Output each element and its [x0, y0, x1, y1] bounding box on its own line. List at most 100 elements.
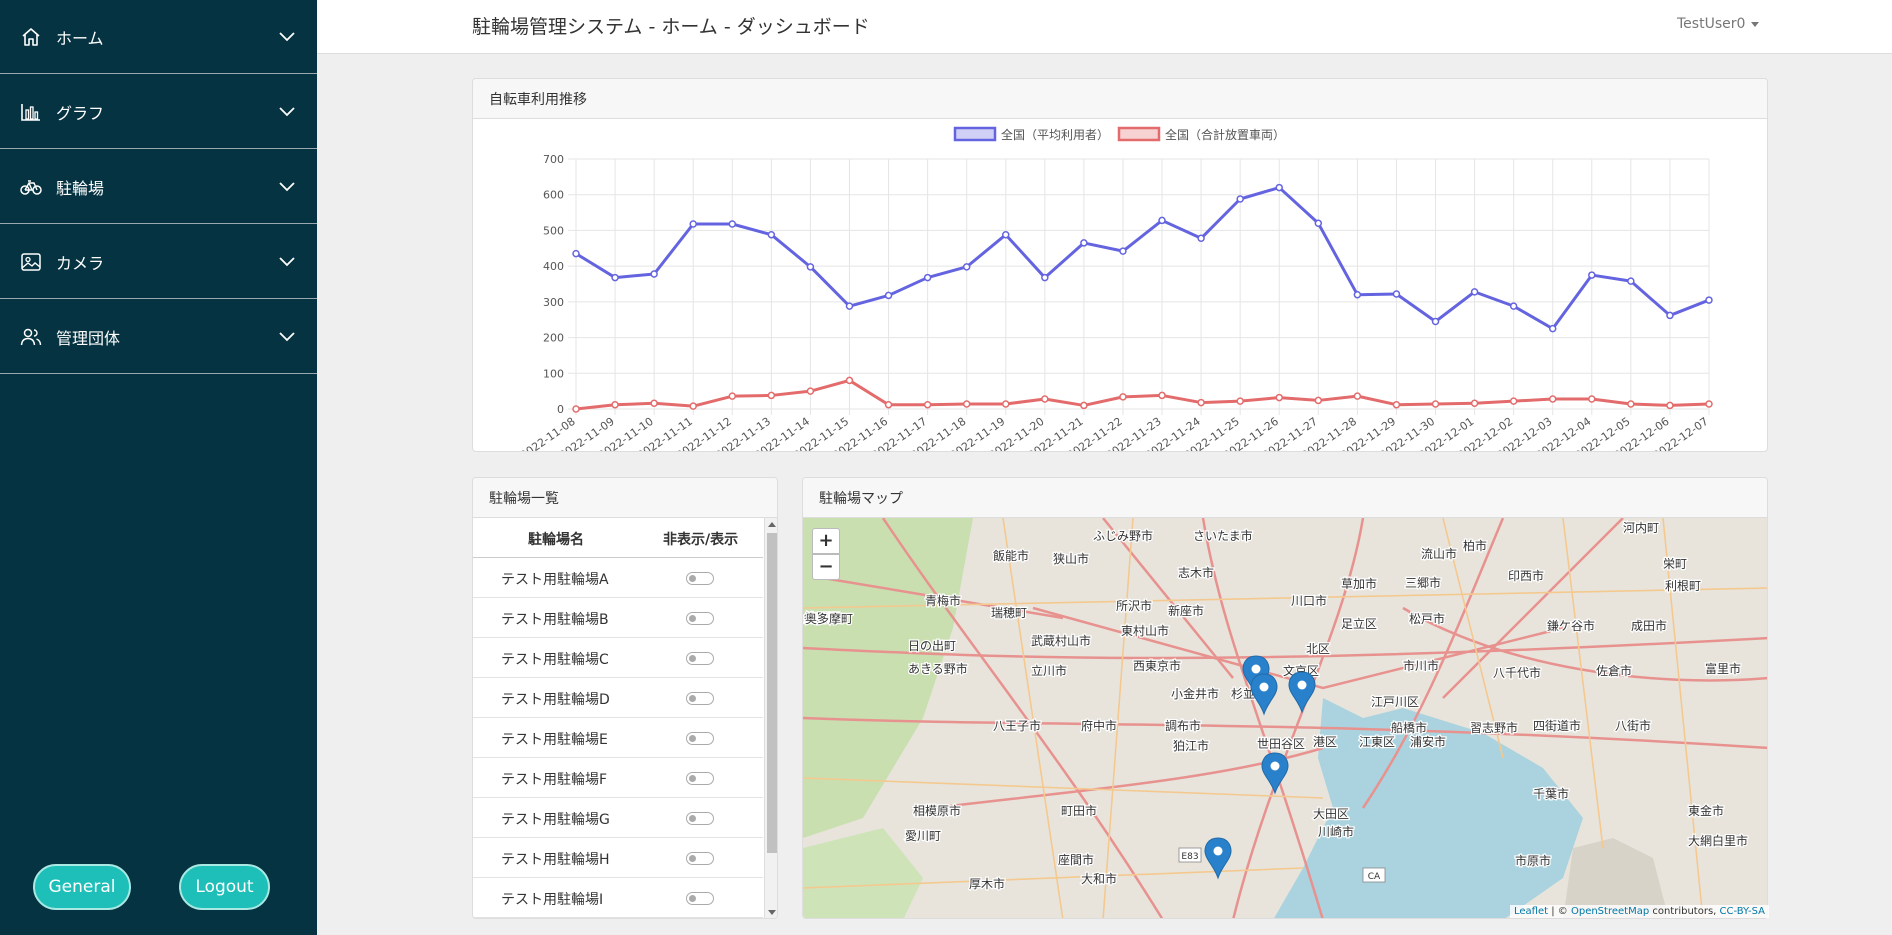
data-point[interactable] — [923, 273, 932, 282]
data-point[interactable] — [1197, 398, 1205, 407]
attribution-contributors: contributors, — [1649, 906, 1720, 917]
data-point[interactable] — [1158, 216, 1166, 225]
sidebar-item-graph[interactable]: グラフ — [0, 75, 317, 149]
data-point[interactable] — [1353, 392, 1362, 400]
data-point[interactable] — [1275, 183, 1283, 192]
visibility-toggle[interactable] — [686, 892, 714, 905]
map-place-label: 八千代市 — [1493, 665, 1541, 680]
leaflet-link[interactable]: Leaflet — [1514, 906, 1548, 917]
scroll-down-arrow-icon[interactable] — [768, 910, 776, 915]
data-point[interactable] — [1588, 395, 1596, 403]
sidebar-item-parking[interactable]: 駐輪場 — [0, 150, 317, 224]
data-point[interactable] — [806, 263, 815, 271]
data-point[interactable] — [1431, 400, 1440, 408]
data-point[interactable] — [650, 399, 658, 408]
visibility-toggle[interactable] — [686, 692, 714, 705]
visibility-toggle[interactable] — [686, 652, 714, 665]
data-point[interactable] — [1041, 273, 1049, 282]
data-point[interactable] — [884, 400, 893, 409]
zoom-out-button[interactable]: − — [812, 554, 840, 580]
data-point[interactable] — [962, 400, 971, 408]
scroll-up-arrow-icon[interactable] — [768, 522, 776, 527]
map-place-label: 大和市 — [1081, 871, 1117, 886]
data-point[interactable] — [1509, 397, 1518, 405]
data-point[interactable] — [1353, 290, 1362, 299]
data-point[interactable] — [1119, 247, 1127, 255]
data-point[interactable] — [572, 249, 580, 258]
data-point[interactable] — [689, 220, 697, 228]
data-point[interactable] — [1314, 219, 1323, 228]
visibility-toggle[interactable] — [686, 572, 714, 585]
data-point[interactable] — [1236, 195, 1244, 203]
parking-name: テスト用駐輪場B — [501, 612, 609, 628]
data-point[interactable] — [1392, 400, 1401, 409]
data-point[interactable] — [884, 291, 893, 300]
data-point[interactable] — [1470, 288, 1479, 296]
sidebar-item-home[interactable]: ホーム — [0, 0, 317, 74]
map-place-label: 小金井市 — [1171, 686, 1219, 701]
data-point[interactable] — [845, 376, 854, 385]
data-point[interactable] — [1197, 234, 1205, 243]
scrollbar[interactable] — [764, 518, 777, 918]
data-point[interactable] — [806, 387, 815, 395]
data-point[interactable] — [1002, 400, 1010, 408]
leaflet-map[interactable]: ふじみ野市 さいたま市柏市飯能市 狭山市志木市草加市 三郷市 流山市印西市青梅市 所沢市 新… — [803, 518, 1768, 919]
data-point[interactable] — [728, 392, 737, 400]
osm-link[interactable]: OpenStreetMap — [1571, 906, 1649, 917]
visibility-toggle[interactable] — [686, 772, 714, 785]
visibility-toggle[interactable] — [686, 812, 714, 825]
data-point[interactable] — [1392, 290, 1401, 298]
data-point[interactable] — [1548, 395, 1557, 403]
data-point[interactable] — [1080, 239, 1088, 247]
home-icon — [22, 27, 40, 46]
map-place-label: 成田市 — [1631, 618, 1667, 633]
data-point[interactable] — [845, 302, 854, 310]
visibility-toggle[interactable] — [686, 612, 714, 625]
data-point[interactable] — [767, 391, 776, 400]
data-point[interactable] — [1275, 393, 1283, 402]
data-point[interactable] — [1705, 296, 1713, 304]
usage-chart-card: 自転車利用推移 0 100 200 300 400 500 600 700 2022-11-08… — [472, 78, 1768, 452]
data-point[interactable] — [1627, 277, 1635, 285]
user-menu[interactable]: TestUser0 — [1677, 16, 1760, 32]
data-point[interactable] — [1080, 401, 1088, 410]
data-point[interactable] — [1509, 302, 1518, 310]
data-point[interactable] — [572, 405, 580, 413]
data-point[interactable] — [1705, 400, 1713, 408]
data-point[interactable] — [1119, 393, 1127, 401]
visibility-toggle[interactable] — [686, 852, 714, 865]
data-point[interactable] — [1002, 230, 1010, 239]
data-point[interactable] — [767, 230, 776, 239]
parking-name: テスト用駐輪場C — [501, 652, 609, 668]
sidebar-item-camera[interactable]: カメラ — [0, 225, 317, 299]
data-point[interactable] — [689, 402, 697, 410]
data-point[interactable] — [923, 400, 932, 409]
data-point[interactable] — [1588, 271, 1596, 279]
data-point[interactable] — [611, 273, 619, 282]
data-point[interactable] — [611, 400, 619, 409]
data-point[interactable] — [1470, 399, 1479, 408]
logout-button[interactable]: Logout — [179, 864, 270, 910]
toggle-knob — [689, 615, 696, 622]
data-point[interactable] — [1314, 396, 1323, 405]
general-button[interactable]: General — [33, 864, 131, 910]
data-point[interactable] — [1041, 395, 1049, 403]
zoom-in-button[interactable]: + — [812, 528, 840, 554]
sidebar-item-organization[interactable]: 管理団体 — [0, 300, 317, 374]
data-point[interactable] — [1627, 400, 1635, 408]
data-point[interactable] — [650, 270, 658, 278]
data-point[interactable] — [1158, 391, 1166, 400]
data-point[interactable] — [1236, 397, 1244, 405]
visibility-toggle[interactable] — [686, 732, 714, 745]
data-point[interactable] — [962, 263, 971, 271]
data-point[interactable] — [1666, 401, 1674, 410]
data-point[interactable] — [728, 220, 737, 228]
data-point[interactable] — [1431, 317, 1440, 326]
data-point[interactable] — [1666, 311, 1674, 320]
y-tick-label: 600 — [543, 189, 564, 202]
map-place-label: 松戸市 — [1409, 611, 1445, 626]
map-place-label: 足立区 — [1341, 616, 1377, 631]
license-link[interactable]: CC-BY-SA — [1720, 906, 1765, 917]
scrollbar-thumb[interactable] — [767, 533, 777, 853]
data-point[interactable] — [1548, 324, 1557, 333]
